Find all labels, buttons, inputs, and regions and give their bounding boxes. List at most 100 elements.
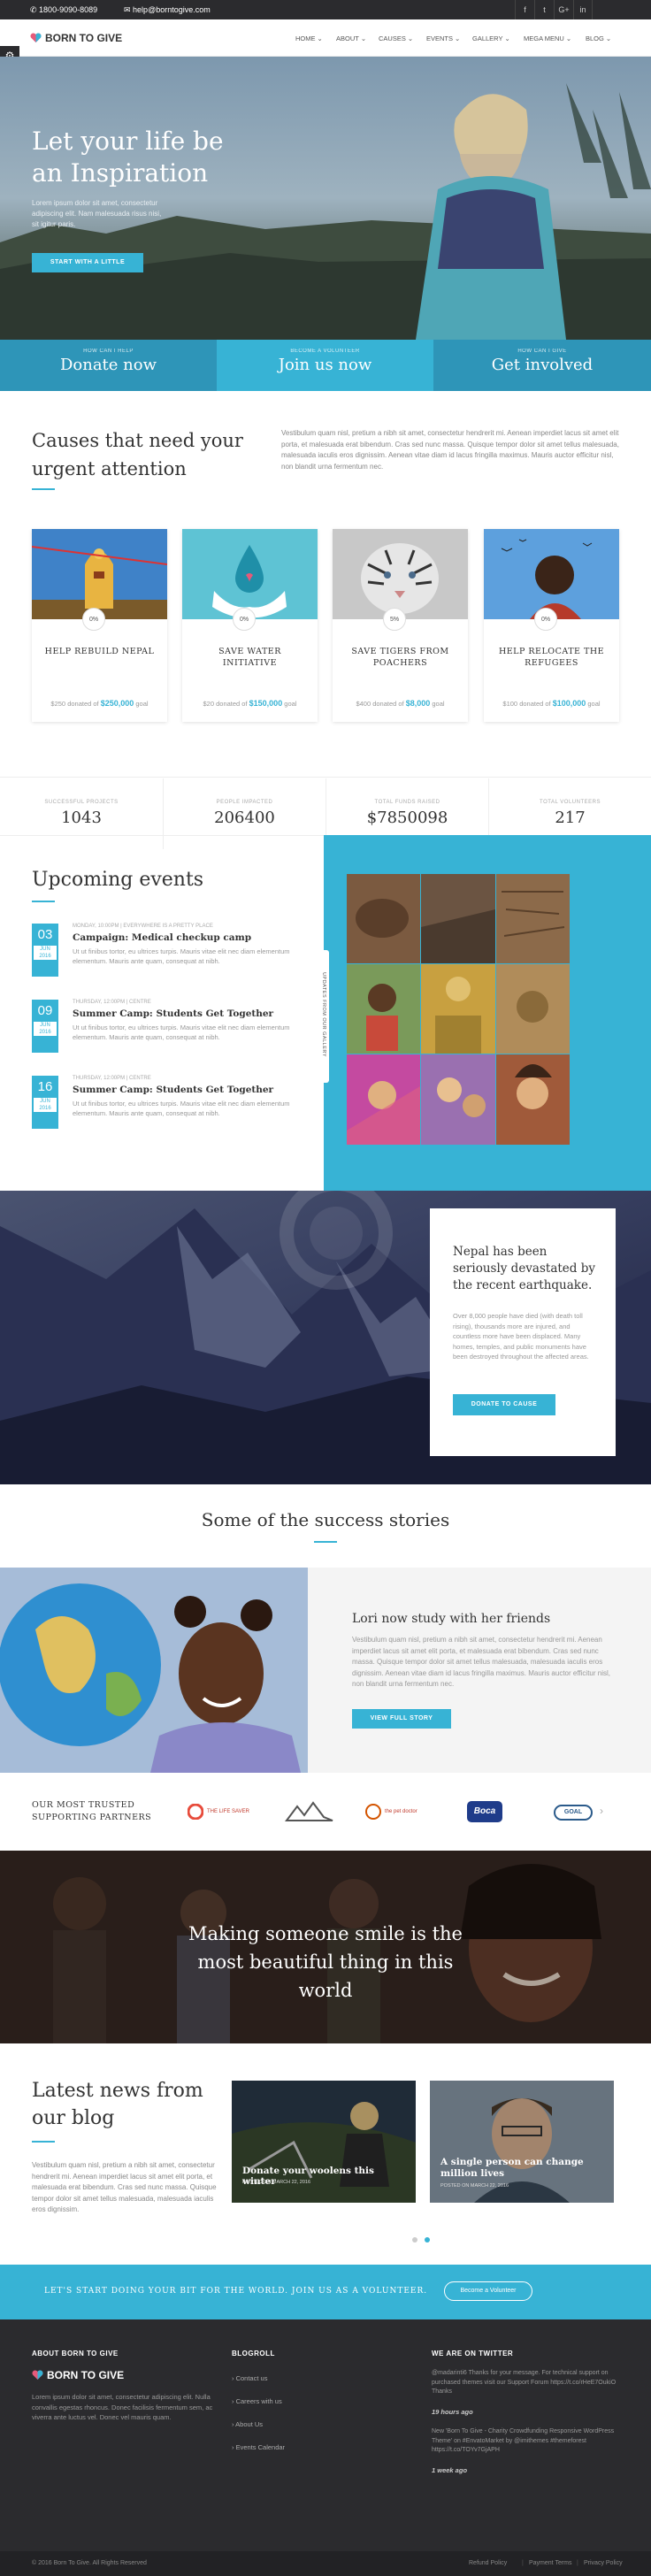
hero-title: Let your life be an Inspiration [32,126,224,188]
chevron-down-icon: ⌄ [605,34,612,42]
google-plus-icon[interactable]: G+ [554,0,573,19]
phone-text[interactable]: ✆ 1800-9090-8089 [30,5,97,15]
footer-link[interactable]: › Events Calendar [232,2443,285,2451]
event-title[interactable]: Summer Camp: Students Get Together [73,1085,273,1095]
event-title[interactable]: Summer Camp: Students Get Together [73,1008,273,1019]
cause-image-nepal [32,529,167,619]
partner-logo-mountains[interactable] [285,1801,334,1822]
news-post-date: POSTED ON MARCH 22, 2016 [242,2180,311,2185]
site-footer: ABOUT BORN TO GIVE BORN TO GIVE Lorem ip… [0,2319,651,2551]
stats-divider [0,835,324,836]
cta-small-label: HOW CAN I HELP [83,349,134,354]
news-card[interactable]: Donate your woolens this winter POSTED O… [232,2081,416,2203]
donate-to-cause-button[interactable]: DONATE TO CAUSE [453,1394,555,1415]
footer-link[interactable]: › About Us [232,2420,263,2428]
cause-title: HELP RELOCATE THE REFUGEES [498,647,605,668]
nepal-title: Nepal has been seriously devastated by t… [453,1245,595,1292]
nav-item-causes[interactable]: CAUSES ⌄ [379,34,413,42]
event-item[interactable]: 09 JUN 2016 THURSDAY, 12:00PM | CENTRE Su… [32,1000,290,1063]
chevron-down-icon: ⌄ [504,34,510,42]
partner-logo-boca[interactable]: Boca [467,1801,502,1822]
partner-logo-lifesaver[interactable]: THE LIFE SAVER [188,1799,264,1824]
tweet-text[interactable]: New 'Born To Give - Charity Crowdfunding… [432,2427,619,2456]
cta-large-label: Donate now [59,356,157,374]
heart-logo-icon [30,33,42,42]
footer-link[interactable]: › Contact us [232,2374,267,2382]
news-post-title[interactable]: A single person can change million lives [440,2157,605,2180]
copyright-text: © 2016 Born To Give. All Rights Reserved [32,2560,147,2566]
news-card[interactable]: A single person can change million lives… [430,2081,614,2203]
cause-card[interactable]: 0% HELP REBUILD NEPAL $250 donated of $2… [32,529,167,722]
story-title: Lori now study with her friends [352,1612,551,1626]
chevron-down-icon: ⌄ [317,34,323,42]
news-post-date: POSTED ON MARCH 22, 2016 [440,2183,509,2189]
nav-item-gallery[interactable]: GALLERY ⌄ [472,34,510,42]
cause-goal: $20 donated of $150,000 goal [203,699,297,708]
cause-image-refugees [484,529,619,619]
event-item[interactable]: 03 JUN 2016 MONDAY, 10:00PM | EVERYWHERE … [32,924,290,987]
linkedin-icon[interactable]: in [573,0,593,19]
event-title[interactable]: Campaign: Medical checkup camp [73,932,251,943]
cause-card[interactable]: 5% SAVE TIGERS FROM POACHERS $400 donate… [333,529,468,722]
heading-underline [314,1541,337,1543]
phone-icon: ✆ [30,5,40,14]
cause-title: HELP REBUILD NEPAL [44,647,155,656]
cause-goal: $400 donated of $8,000 goal [356,699,445,708]
footer-link[interactable]: › Careers with us [232,2397,282,2405]
email-text[interactable]: ✉ help@borntogive.com [124,5,211,15]
join-us-tile[interactable]: BECOME A VOLUNTEER Join us now [217,340,433,391]
nav-item-blog[interactable]: BLOG ⌄ [586,34,611,42]
payment-terms-link[interactable]: Payment Terms [529,2560,572,2566]
cause-title: SAVE TIGERS FROM POACHERS [351,647,449,668]
site-header: BORN TO GIVE HOME ⌄ ABOUT ⌄ CAUSES ⌄ EVENTS ⌄ GA… [0,19,651,57]
twitter-icon[interactable]: t [534,0,554,19]
partner-logo-goal[interactable]: GOAL [554,1805,593,1821]
get-involved-tile[interactable]: HOW CAN I GIVE Get involved [433,340,651,391]
causes-text: Vestibulum quam nisl, pretium a nibh sit… [281,429,619,471]
cause-card[interactable]: 0% SAVE WATER INITIATIVE $20 donated of … [182,529,318,722]
partners-next-arrow-icon[interactable]: › [600,1805,603,1817]
nav-item-about[interactable]: ABOUT ⌄ [336,34,366,42]
footer-twitter-heading: WE ARE ON TWITTER [432,2350,514,2358]
cause-card[interactable]: 0% HELP RELOCATE THE REFUGEES $100 donat… [484,529,619,722]
news-text: Vestibulum quam nisl, pretium a nibh sit… [32,2161,217,2213]
site-logo[interactable]: BORN TO GIVE [30,32,122,44]
event-date: 03 JUN 2016 [32,924,58,977]
separator: | [522,2560,524,2566]
nav-item-mega-menu[interactable]: MEGA MENU ⌄ [524,34,571,42]
gallery-tab[interactable]: UPDATES FROM OUR GALLERY [318,950,329,1083]
stat-people: PEOPLE IMPACTED 206400 [163,778,326,849]
event-date: 16 JUN 2016 [32,1076,58,1129]
cta-large-label: Get involved [491,356,594,374]
heading-underline [32,901,55,902]
donate-now-tile[interactable]: HOW CAN I HELP Donate now [0,340,217,391]
tweet-time: 1 week ago [432,2466,468,2474]
gallery-grid [347,874,570,1145]
refund-policy-link[interactable]: Refund Policy [469,2560,507,2566]
footer-bottom-bar: © 2016 Born To Give. All Rights Reserved… [0,2551,651,2576]
story-card: Lori now study with her friends Vestibul… [308,1568,651,1773]
privacy-policy-link[interactable]: Privacy Policy [584,2560,623,2566]
partners-heading: OUR MOST TRUSTED SUPPORTING PARTNERS [32,1800,152,1822]
view-full-story-button[interactable]: VIEW FULL STORY [352,1709,451,1729]
become-volunteer-button[interactable]: Become a Volunteer [444,2281,532,2301]
progress-badge: 0% [233,608,256,631]
chevron-down-icon: ⌄ [407,34,414,42]
facebook-icon[interactable]: f [515,0,534,19]
progress-badge: 0% [82,608,105,631]
separator: | [577,2560,578,2566]
hero-banner: Let your life be an Inspiration Lorem ip… [0,57,651,340]
nav-item-home[interactable]: HOME ⌄ [295,34,323,42]
hero-cta-button[interactable]: START WITH A LITTLE [32,253,143,272]
tweet-text[interactable]: @madarinti6 Thanks for your message. For… [432,2369,619,2397]
chevron-down-icon: ⌄ [455,34,461,42]
logo-text: BORN TO GIVE [45,32,123,44]
nav-item-events[interactable]: EVENTS ⌄ [426,34,460,42]
carousel-dot-active[interactable] [425,2237,430,2242]
partner-logo-petdoctor[interactable]: the pet doctor [364,1801,435,1822]
event-item[interactable]: 16 JUN 2016 THURSDAY, 12:00PM | CENTRE Su… [32,1076,290,1139]
nepal-card: Nepal has been seriously devastated by t… [430,1208,616,1456]
carousel-dot[interactable] [412,2237,417,2242]
top-bar: ✆ 1800-9090-8089 ✉ help@borntogive.com f… [0,0,651,19]
footer-logo[interactable]: BORN TO GIVE [32,2369,124,2381]
